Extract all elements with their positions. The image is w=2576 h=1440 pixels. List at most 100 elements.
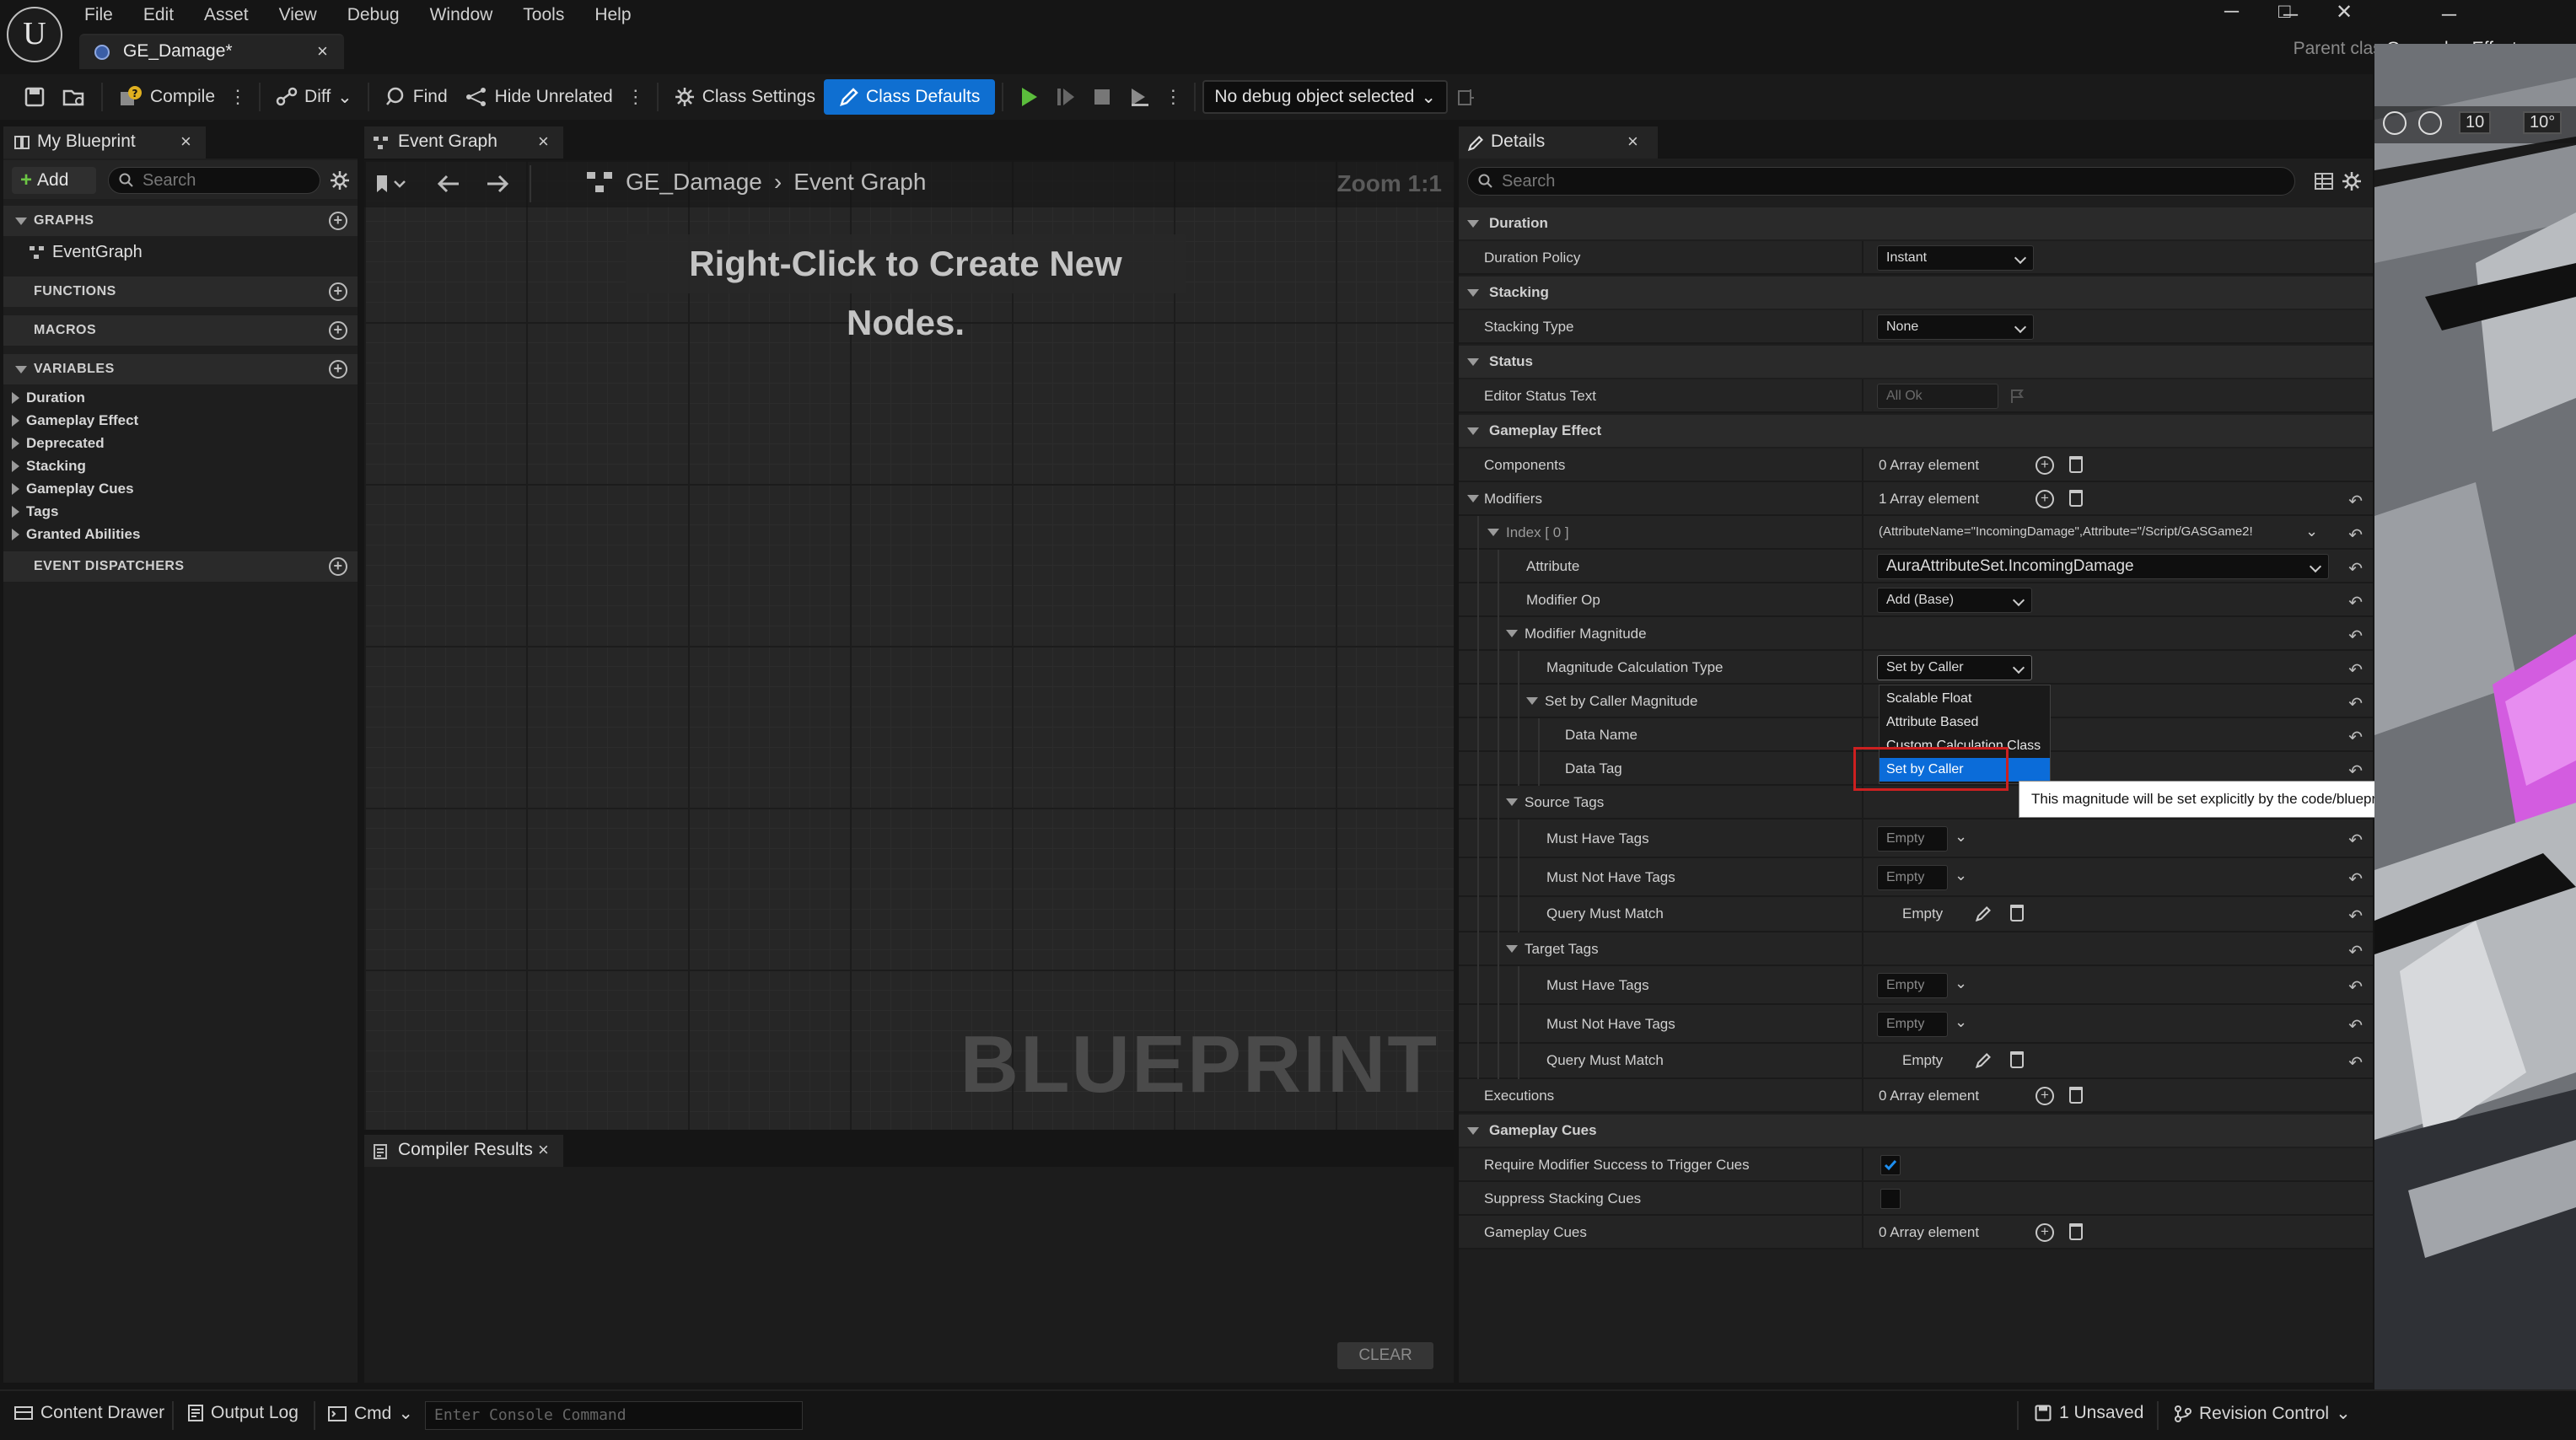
window-close-button[interactable]: ✕ [2336, 0, 2353, 24]
settings-gear-icon[interactable] [2341, 170, 2363, 192]
magnitude-calculation-type-combo[interactable]: Set by Caller [1877, 655, 2032, 680]
class-defaults-button[interactable]: Class Defaults [823, 79, 996, 115]
attribute-combo[interactable]: AuraAttributeSet.IncomingDamage [1877, 554, 2329, 579]
back-arrow-icon[interactable] [435, 172, 462, 196]
menu-edit[interactable]: Edit [128, 0, 189, 30]
macros-section-header[interactable]: MACROS + [3, 315, 358, 346]
my-blueprint-tab[interactable]: My Blueprint × [3, 126, 206, 159]
collapse-icon[interactable] [1506, 945, 1518, 953]
play-button[interactable] [1010, 79, 1047, 115]
eject-button[interactable] [1120, 79, 1159, 115]
variable-category-gameplay-effect[interactable]: Gameplay Effect [12, 412, 138, 429]
graph-item-eventgraph[interactable]: EventGraph [29, 243, 143, 262]
browse-button[interactable] [54, 79, 94, 115]
close-tab-icon[interactable]: × [538, 1139, 549, 1161]
stacking-type-combo[interactable]: None [1877, 314, 2034, 340]
collapse-icon[interactable] [1506, 798, 1518, 806]
debug-object-select[interactable]: No debug object selected ⌄ [1202, 80, 1448, 114]
add-function-icon[interactable]: + [329, 282, 347, 301]
trash-icon[interactable] [2069, 490, 2083, 507]
play-options-icon[interactable]: ⋮ [1159, 86, 1187, 108]
variable-category-gameplay-cues[interactable]: Gameplay Cues [12, 481, 134, 497]
modifier-op-combo[interactable]: Add (Base) [1877, 588, 2032, 613]
hide-unrelated-options-icon[interactable]: ⋮ [621, 86, 650, 108]
add-element-icon[interactable]: + [2036, 1223, 2054, 1242]
stop-button[interactable] [1084, 79, 1120, 115]
console-command-input[interactable]: Enter Console Command [425, 1401, 803, 1430]
step-button[interactable] [1047, 79, 1084, 115]
menu-window[interactable]: Window [415, 0, 508, 30]
variables-section-header[interactable]: VARIABLES + [3, 354, 358, 384]
reset-to-default-icon[interactable]: ↶ [2348, 976, 2363, 997]
add-macro-icon[interactable]: + [329, 321, 347, 340]
bookmark-icon[interactable] [374, 174, 408, 194]
window-minimize-button[interactable]: ─ [2224, 0, 2239, 24]
reset-to-default-icon[interactable]: ↶ [2348, 868, 2363, 889]
category-duration[interactable]: Duration [1459, 207, 2373, 239]
unreal-logo-icon[interactable]: U [7, 7, 62, 62]
tag-container-field[interactable]: Empty [1877, 1012, 1948, 1037]
globe-icon[interactable] [2383, 111, 2407, 135]
collapse-icon[interactable] [1506, 630, 1518, 637]
event-dispatchers-section-header[interactable]: EVENT DISPATCHERS + [3, 551, 358, 582]
edit-pencil-icon[interactable] [1975, 1052, 1992, 1069]
chevron-down-icon[interactable]: ⌄ [1955, 1013, 1967, 1031]
grid-snap-value[interactable]: 10 [2459, 111, 2492, 134]
close-tab-icon[interactable]: × [1627, 131, 1638, 153]
reset-to-default-icon[interactable]: ↶ [2348, 1015, 2363, 1036]
collapse-icon[interactable] [1526, 697, 1538, 705]
category-gameplay-cues[interactable]: Gameplay Cues [1459, 1115, 2373, 1147]
find-button[interactable]: Find [376, 79, 456, 115]
edit-pencil-icon[interactable] [1975, 905, 1992, 922]
add-element-icon[interactable]: + [2036, 456, 2054, 475]
level-viewport[interactable]: 10 10° [2374, 44, 2576, 1440]
trash-icon[interactable] [2010, 1051, 2024, 1068]
reset-to-default-icon[interactable]: ↶ [2348, 491, 2363, 512]
diff-button[interactable]: Diff ⌄ [267, 79, 361, 115]
variable-category-tags[interactable]: Tags [12, 503, 58, 520]
compile-options-icon[interactable]: ⋮ [223, 86, 252, 108]
reset-to-default-icon[interactable]: ↶ [2348, 558, 2363, 579]
reset-to-default-icon[interactable]: ↶ [2348, 626, 2363, 647]
debug-browse-button[interactable] [1448, 79, 1485, 115]
menu-file[interactable]: File [69, 0, 128, 30]
table-view-icon[interactable] [2314, 172, 2334, 191]
tag-container-field[interactable]: Empty [1877, 973, 1948, 998]
forward-arrow-icon[interactable] [484, 172, 511, 196]
chevron-down-icon[interactable]: ⌄ [2305, 523, 2318, 540]
add-event-dispatcher-icon[interactable]: + [329, 557, 347, 576]
add-element-icon[interactable]: + [2036, 1087, 2054, 1105]
add-button[interactable]: + Add [12, 167, 96, 194]
reset-to-default-icon[interactable]: ↶ [2348, 830, 2363, 851]
output-log-button[interactable]: Output Log [187, 1403, 298, 1423]
collapse-icon[interactable] [1467, 495, 1479, 502]
settings-gear-icon[interactable] [329, 169, 351, 191]
option-attribute-based[interactable]: Attribute Based [1880, 711, 2050, 734]
menu-debug[interactable]: Debug [332, 0, 415, 30]
content-drawer-button[interactable]: Content Drawer [13, 1403, 164, 1423]
tag-container-field[interactable]: Empty [1877, 826, 1948, 852]
close-tab-icon[interactable]: × [538, 131, 549, 153]
chevron-down-icon[interactable]: ⌄ [1955, 828, 1967, 846]
option-scalable-float[interactable]: Scalable Float [1880, 687, 2050, 711]
reset-to-default-icon[interactable]: ↶ [2348, 592, 2363, 613]
graphs-section-header[interactable]: GRAPHS + [3, 206, 358, 236]
my-blueprint-search-input[interactable]: Search [108, 167, 320, 194]
add-graph-icon[interactable]: + [329, 212, 347, 230]
revision-control-button[interactable]: Revision Control ⌄ [2174, 1403, 2351, 1424]
menu-help[interactable]: Help [579, 0, 646, 30]
add-element-icon[interactable]: + [2036, 490, 2054, 508]
reset-to-default-icon[interactable]: ↶ [2348, 693, 2363, 714]
event-graph-tab[interactable]: Event Graph × [364, 126, 563, 159]
category-stacking[interactable]: Stacking [1459, 277, 2373, 309]
event-graph-canvas[interactable]: GE_Damage › Event Graph Zoom 1:1 Right-C… [364, 160, 1454, 1130]
trash-icon[interactable] [2069, 456, 2083, 473]
reset-to-default-icon[interactable]: ↶ [2348, 905, 2363, 927]
menu-view[interactable]: View [264, 0, 332, 30]
breadcrumb-root[interactable]: GE_Damage [626, 169, 762, 196]
window-maximize-button[interactable]: □ [2278, 0, 2291, 24]
rotation-snap-value[interactable]: 10° [2523, 111, 2563, 134]
collapse-icon[interactable] [1487, 529, 1499, 536]
compile-button[interactable]: ? Compile [110, 79, 223, 115]
compiler-results-tab[interactable]: Compiler Results × [364, 1135, 563, 1167]
